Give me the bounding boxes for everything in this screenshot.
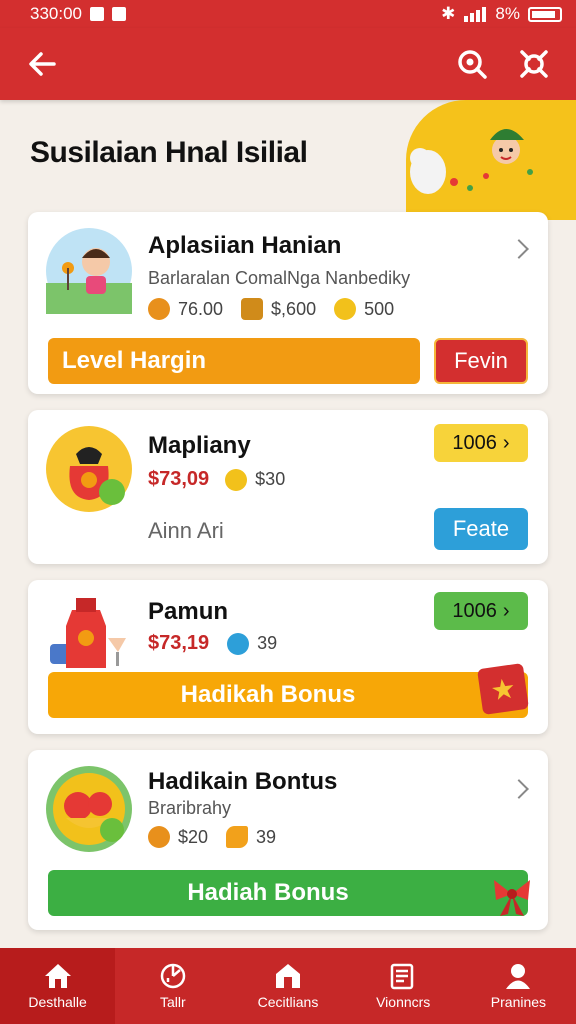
nav-item-list[interactable]: Vionncrs xyxy=(346,948,461,1024)
hero-decoration xyxy=(406,100,576,220)
money-bag-icon xyxy=(69,447,125,505)
signal-icon xyxy=(464,7,487,22)
reward-card[interactable]: Aplasiian Hanian Barlaralan ComalNga Nan… xyxy=(28,212,548,394)
reward-card[interactable]: Mapliany $73,09 $30 Ainn Ari 1006 › Feat… xyxy=(28,410,548,564)
hero-banner: Susilaian Hnal Isilial xyxy=(0,100,576,220)
nav-item-home[interactable]: Desthalle xyxy=(0,948,116,1024)
app-notification-icon xyxy=(112,7,126,21)
search-icon xyxy=(458,50,487,79)
gift-bow-icon[interactable] xyxy=(488,874,536,920)
honey-jar-icon xyxy=(241,298,264,320)
nav-item-label: Desthalle xyxy=(28,994,87,1010)
bonus-bar-label: Hadikah Bonus xyxy=(180,681,356,708)
nut-icon xyxy=(148,826,170,848)
nav-item-label: Vionncrs xyxy=(376,994,431,1010)
stat-value: $,600 xyxy=(271,298,317,319)
bonus-bar-label: Hadiah Bonus xyxy=(187,879,349,906)
card-stats: $20 39 xyxy=(148,826,276,848)
stat-value: 500 xyxy=(364,298,395,319)
card-stats: 76.00 $,600 500 xyxy=(148,298,394,320)
card-subtitle: Braribrahy xyxy=(148,798,232,818)
chart-icon xyxy=(160,963,186,989)
filter-button[interactable] xyxy=(516,46,552,82)
nav-item-chart[interactable]: Tallr xyxy=(115,948,230,1024)
child-avatar xyxy=(46,228,132,314)
fevin-button[interactable]: Fevin xyxy=(434,338,528,384)
chevron-right-icon: › xyxy=(502,599,510,622)
status-bar: 330:00 ✱ 8% xyxy=(0,0,576,28)
chevron-right-icon[interactable] xyxy=(509,779,529,799)
stat-value: 39 xyxy=(256,826,277,847)
card-price: $73,09 xyxy=(148,468,210,490)
count-badge[interactable]: 1006 › xyxy=(434,592,528,630)
fruit-avatar xyxy=(46,766,132,852)
stat-value: 76.00 xyxy=(178,298,224,319)
store-icon xyxy=(276,964,300,988)
smiley-coin-icon xyxy=(334,298,357,320)
card-title: Mapliany xyxy=(148,432,251,459)
nav-item-store[interactable]: Cecitlians xyxy=(230,948,345,1024)
star-gift-icon[interactable]: ★ xyxy=(477,663,529,715)
stat-value: $30 xyxy=(255,469,286,489)
nav-item-label: Pranines xyxy=(490,994,547,1010)
nav-item-label: Tallr xyxy=(159,994,186,1010)
child-illustration-icon xyxy=(46,248,132,314)
card-title: Pamun xyxy=(148,598,229,625)
bottom-navigation: Desthalle Tallr Cecitlians Vionncrs Pran… xyxy=(0,948,576,1024)
card-subtitle: Barlaralan ComalNga Nanbediky xyxy=(148,268,411,288)
close-search-icon xyxy=(520,50,548,78)
card-stats: $73,09 $30 xyxy=(148,468,285,491)
count-badge[interactable]: 1006 › xyxy=(434,424,528,462)
bag-avatar xyxy=(46,426,132,512)
smiley-coin-icon xyxy=(225,468,248,491)
home-icon xyxy=(44,964,71,988)
nav-item-profile[interactable]: Pranines xyxy=(461,948,576,1024)
search-button[interactable] xyxy=(454,46,490,82)
page-title: Susilaian Hnal Isilial xyxy=(30,136,308,169)
card-title: Hadikain Bontus xyxy=(148,768,338,795)
nav-item-label: Cecitlians xyxy=(257,994,319,1010)
battery-percent: 8% xyxy=(495,4,520,23)
stat-value: 39 xyxy=(257,633,278,653)
mascot-illustration xyxy=(410,129,533,194)
drink-avatar xyxy=(46,590,132,676)
bonus-bar[interactable]: Hadikah Bonus xyxy=(48,672,528,718)
notification-icon xyxy=(90,7,104,21)
list-icon xyxy=(390,963,414,990)
level-bar[interactable]: Level Hargin xyxy=(48,338,420,384)
app-bar xyxy=(0,28,576,100)
battery-icon xyxy=(528,6,562,22)
card-title: Aplasiian Hanian xyxy=(148,232,342,259)
status-time: 330:00 xyxy=(30,4,82,23)
card-price: $73,19 xyxy=(148,632,210,654)
blue-coin-icon xyxy=(227,632,250,655)
chevron-right-icon: › xyxy=(502,431,510,454)
reward-card[interactable]: Hadikain Bontus Braribrahy $20 39 Hadiah… xyxy=(28,750,548,930)
badge-count: 1006 xyxy=(452,599,497,622)
card-note: Ainn Ari xyxy=(148,518,224,543)
feate-button[interactable]: Feate xyxy=(434,508,528,550)
bluetooth-icon: ✱ xyxy=(441,4,456,23)
fruit-bowl-icon xyxy=(53,773,125,845)
sauce-bottle-icon xyxy=(50,598,126,668)
stat-value: $20 xyxy=(178,826,209,847)
banana-icon xyxy=(226,826,249,848)
card-stats: $73,19 39 xyxy=(148,632,277,655)
nut-icon xyxy=(148,298,170,320)
bonus-bar[interactable]: Hadiah Bonus xyxy=(48,870,528,916)
chevron-right-icon[interactable] xyxy=(509,239,529,259)
reward-card[interactable]: Pamun $73,19 39 1006 › Hadikah Bonus ★ xyxy=(28,580,548,734)
arrow-left-icon xyxy=(29,52,56,76)
back-button[interactable] xyxy=(24,46,60,82)
profile-icon xyxy=(506,964,531,989)
badge-count: 1006 xyxy=(452,431,497,454)
